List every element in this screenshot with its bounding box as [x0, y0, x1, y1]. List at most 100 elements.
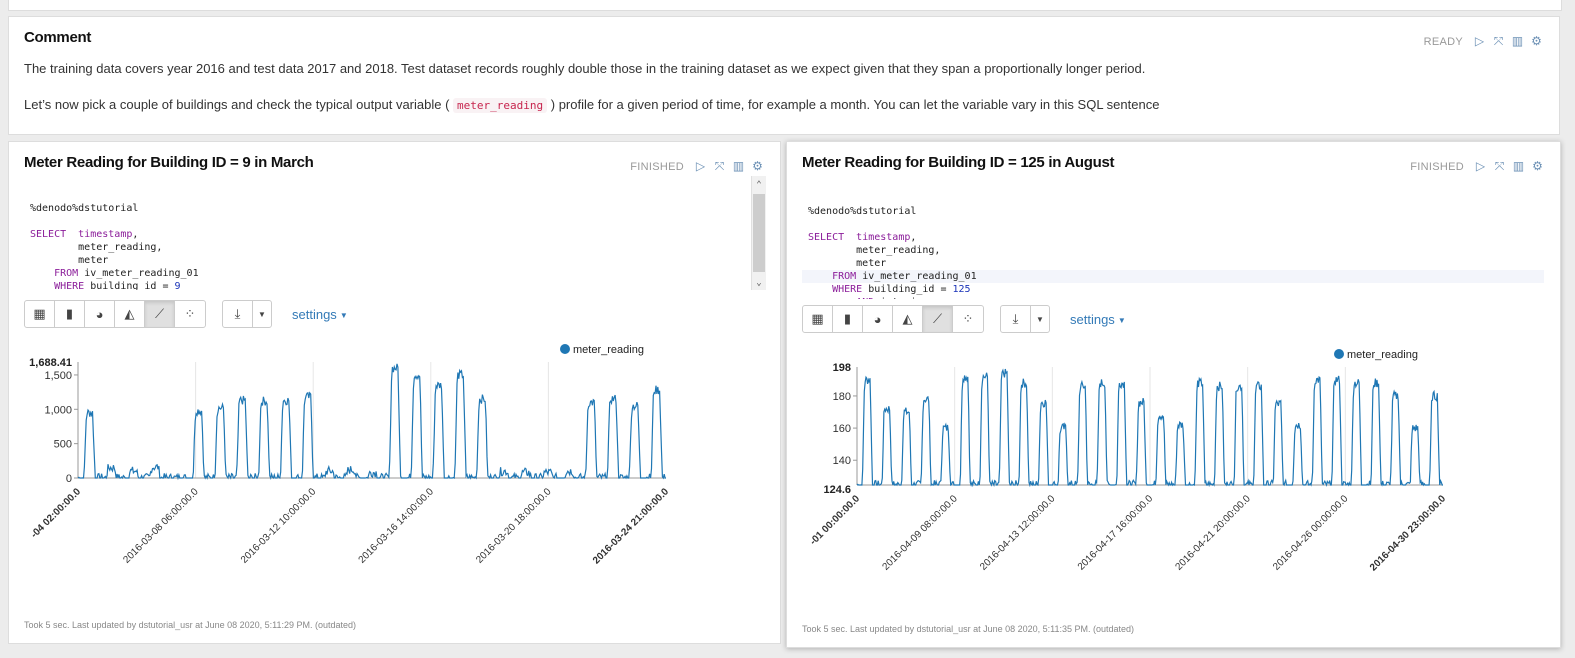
book-icon[interactable]: ▥	[732, 160, 745, 173]
comment-paragraph-1: The training data covers year 2016 and t…	[24, 61, 1146, 76]
code-editor[interactable]: %denodo%dstutorial SELECT timestamp, met…	[24, 176, 766, 290]
x-tick-label: 2016-04-17 16:00:00.0	[1076, 493, 1156, 573]
legend-swatch[interactable]	[1334, 349, 1344, 359]
pie-chart-icon[interactable]: ◕	[863, 306, 893, 332]
panel-building-9: Meter Reading for Building ID = 9 in Mar…	[8, 141, 781, 644]
code-editor[interactable]: %denodo%dstutorial SELECT timestamp, met…	[802, 179, 1544, 299]
table-icon[interactable]: ▦	[25, 301, 55, 327]
settings-label: settings	[292, 306, 337, 322]
y-max-label: 198	[833, 362, 851, 374]
scroll-up-icon[interactable]: ⌃	[752, 178, 766, 192]
chevron-down-icon[interactable]: ▼	[1031, 306, 1049, 332]
series-line[interactable]	[77, 363, 666, 481]
x-tick-label: 2016-03-24 21:00:00.0	[591, 486, 671, 566]
pie-chart-icon[interactable]: ◕	[85, 301, 115, 327]
paragraph-title: Meter Reading for Building ID = 125 in A…	[802, 154, 1115, 171]
book-icon[interactable]: ▥	[1511, 35, 1524, 48]
download-icon[interactable]: ⤓	[1001, 306, 1031, 332]
paragraph-footer: Took 5 sec. Last updated by dstutorial_u…	[802, 624, 1135, 634]
y-tick-label: 160	[833, 423, 851, 435]
inline-code: meter_reading	[453, 98, 548, 113]
expand-icon[interactable]: ⤧	[1492, 35, 1505, 48]
previous-paragraph-edge	[8, 0, 1562, 11]
download-group: ⤓ ▼	[1000, 305, 1050, 333]
line-chart-building-9: meter_reading -04 02:00:00.0 2016-03-08 06…	[29, 344, 671, 566]
x-tick-label: 2016-04-26 00:00:00.0	[1271, 493, 1351, 573]
paragraph-footer: Took 5 sec. Last updated by dstutorial_u…	[24, 620, 357, 630]
code-line: WHERE building_id = 9	[54, 281, 181, 290]
code-line: meter	[30, 255, 109, 266]
legend-swatch[interactable]	[560, 344, 570, 354]
x-tick-label: -04 02:00:00.0	[29, 486, 83, 540]
run-icon[interactable]: ▷	[1474, 160, 1487, 173]
code-line: AND istrain	[802, 296, 1544, 299]
panel-building-125: Meter Reading for Building ID = 125 in A…	[786, 141, 1561, 648]
area-chart-icon[interactable]: ◭	[893, 306, 923, 332]
line-chart-icon[interactable]: ⟋	[923, 306, 953, 332]
code-line: SELECT timestamp,	[808, 232, 917, 243]
x-tick-label: 2016-04-21 20:00:00.0	[1173, 493, 1253, 573]
chart-type-group: ▦ ▮ ◕ ◭ ⟋ ⁘	[802, 305, 984, 333]
text: Let’s now pick a couple of buildings and…	[24, 97, 450, 112]
bar-chart-icon[interactable]: ▮	[55, 301, 85, 327]
code-lines: %denodo%dstutorial SELECT timestamp, met…	[24, 202, 766, 290]
expand-icon[interactable]: ⤧	[1493, 160, 1506, 173]
y-min-label: 124.6	[823, 484, 851, 496]
code-lines: %denodo%dstutorial SELECT timestamp, met…	[802, 205, 1544, 299]
book-icon[interactable]: ▥	[1512, 160, 1525, 173]
x-tick-label: -01 00:00:00.0	[808, 493, 862, 547]
status-label: FINISHED	[1410, 160, 1464, 173]
run-icon[interactable]: ▷	[1473, 35, 1486, 48]
x-tick-label: 2016-04-13 12:00:00.0	[978, 493, 1058, 573]
y-max-label: 1,688.41	[29, 357, 72, 369]
y-tick-label: 140	[833, 455, 851, 467]
chevron-down-icon: ▼	[1117, 315, 1126, 325]
paragraph-controls: READY ▷ ⤧ ▥ ⚙	[1424, 35, 1543, 48]
bar-chart-icon[interactable]: ▮	[833, 306, 863, 332]
status-label: READY	[1423, 35, 1463, 48]
code-line: %denodo%dstutorial	[30, 203, 139, 214]
chevron-down-icon[interactable]: ▼	[253, 301, 271, 327]
y-tick-label: 1,000	[44, 404, 72, 416]
code-line: FROM iv_meter_reading_01	[54, 268, 199, 279]
paragraph-controls: FINISHED ▷ ⤧ ▥ ⚙	[1410, 160, 1544, 173]
gear-icon[interactable]: ⚙	[1531, 160, 1544, 173]
gear-icon[interactable]: ⚙	[1530, 35, 1543, 48]
code-line: meter_reading,	[808, 245, 941, 256]
editor-scrollbar[interactable]: ⌃ ⌄	[751, 176, 766, 290]
scatter-chart-icon[interactable]: ⁘	[175, 301, 205, 327]
gear-icon[interactable]: ⚙	[751, 160, 764, 173]
chart-type-group: ▦ ▮ ◕ ◭ ⟋ ⁘	[24, 300, 206, 328]
run-icon[interactable]: ▷	[694, 160, 707, 173]
comment-body: The training data covers year 2016 and t…	[24, 60, 1539, 133]
comment-paragraph-2: Let’s now pick a couple of buildings and…	[24, 96, 1539, 115]
settings-link[interactable]: settings ▼	[1070, 312, 1126, 327]
x-tick-label: 2016-03-16 14:00:00.0	[357, 486, 437, 566]
visualization-toolbar: ▦ ▮ ◕ ◭ ⟋ ⁘ ⤓ ▼ settings ▼	[24, 300, 348, 328]
scatter-chart-icon[interactable]: ⁘	[953, 306, 983, 332]
expand-icon[interactable]: ⤧	[713, 160, 726, 173]
table-icon[interactable]: ▦	[803, 306, 833, 332]
area-chart-icon[interactable]: ◭	[115, 301, 145, 327]
scroll-down-icon[interactable]: ⌄	[752, 276, 766, 290]
paragraph-title: Comment	[24, 29, 92, 46]
scrollbar-thumb[interactable]	[753, 194, 765, 272]
x-tick-label: 2016-03-08 06:00:00.0	[121, 486, 201, 566]
download-group: ⤓ ▼	[222, 300, 272, 328]
legend-label: meter_reading	[573, 344, 644, 356]
x-tick-label: 2016-04-30 23:00:00.0	[1368, 493, 1448, 573]
line-chart-icon[interactable]: ⟋	[145, 301, 175, 327]
code-line: WHERE building_id = 125	[832, 284, 971, 295]
code-line: meter	[808, 258, 887, 269]
y-tick-label: 180	[833, 391, 851, 403]
x-tick-label: 2016-04-09 08:00:00.0	[880, 493, 960, 573]
download-icon[interactable]: ⤓	[223, 301, 253, 327]
code-line: SELECT timestamp,	[30, 229, 139, 240]
settings-link[interactable]: settings ▼	[292, 307, 348, 322]
chevron-down-icon: ▼	[339, 310, 348, 320]
visualization-toolbar: ▦ ▮ ◕ ◭ ⟋ ⁘ ⤓ ▼ settings ▼	[802, 305, 1126, 333]
status-label: FINISHED	[630, 160, 684, 173]
y-tick-label: 500	[54, 439, 72, 451]
